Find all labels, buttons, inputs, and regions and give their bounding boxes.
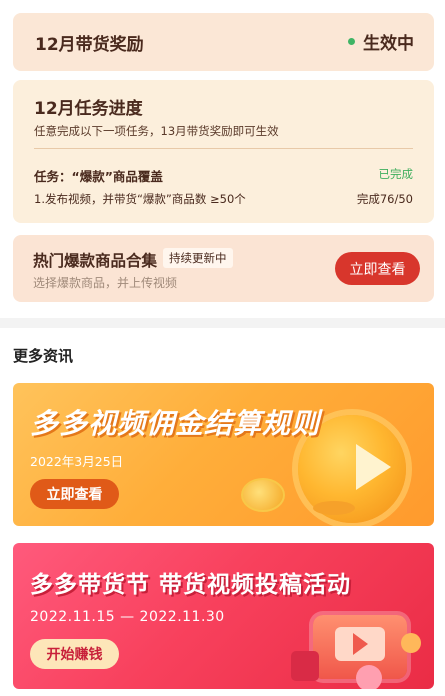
- play-icon: [353, 633, 368, 655]
- ball-decoration-icon: [356, 665, 382, 689]
- hot-products-card[interactable]: 热门爆款商品合集 持续更新中 选择爆款商品，并上传视频 立即查看: [13, 235, 434, 302]
- banner-date: 2022.11.15 — 2022.11.30: [30, 609, 225, 625]
- hot-subtitle: 选择爆款商品，并上传视频: [33, 276, 178, 290]
- play-icon: [356, 444, 391, 490]
- banner-title: 多多带货节 带货视频投稿活动: [30, 572, 352, 598]
- reward-title: 12月带货奖励: [35, 35, 144, 55]
- update-badge: 持续更新中: [163, 248, 233, 268]
- banner-date: 2022年3月25日: [30, 454, 124, 469]
- view-now-button[interactable]: 立即查看: [335, 252, 420, 285]
- progress-title: 12月任务进度: [34, 99, 143, 119]
- task-panel: 12月带货奖励 生效中 12月任务进度 任意完成以下一项任务，13月带货奖励即可…: [0, 0, 445, 318]
- ball-decoration-icon: [401, 633, 421, 653]
- progress-description: 任意完成以下一项任务，13月带货奖励即可生效: [34, 124, 279, 138]
- active-dot-icon: [348, 38, 355, 45]
- status-text: 生效中: [363, 34, 414, 54]
- festival-banner[interactable]: 多多带货节 带货视频投稿活动 2022.11.15 — 2022.11.30 开…: [13, 543, 434, 689]
- hot-title: 热门爆款商品合集: [33, 252, 158, 270]
- more-info-title: 更多资讯: [13, 347, 74, 365]
- phone-icon: [291, 651, 319, 681]
- section-divider: [0, 318, 445, 328]
- banner-title: 多多视频佣金结算规则: [30, 407, 321, 440]
- commission-rules-banner[interactable]: 多多视频佣金结算规则 2022年3月25日 立即查看: [13, 383, 434, 526]
- task-state: 已完成: [378, 167, 414, 181]
- task-requirement: 1.发布视频，并带货“爆款”商品数 ≥50个: [34, 192, 246, 206]
- coin-stack-icon: [313, 501, 355, 515]
- task-progress-card: 12月任务进度 任意完成以下一项任务，13月带货奖励即可生效 任务：“爆款”商品…: [13, 80, 434, 223]
- divider: [34, 148, 413, 149]
- reward-card: 12月带货奖励 生效中: [13, 13, 434, 71]
- task-label: 任务：“爆款”商品覆盖: [34, 169, 163, 184]
- reward-status: 生效中: [348, 29, 414, 54]
- task-count: 完成76/50: [356, 192, 413, 206]
- coin-icon: [241, 478, 285, 512]
- start-earning-button[interactable]: 开始赚钱: [30, 639, 119, 669]
- banner-view-button[interactable]: 立即查看: [30, 479, 119, 509]
